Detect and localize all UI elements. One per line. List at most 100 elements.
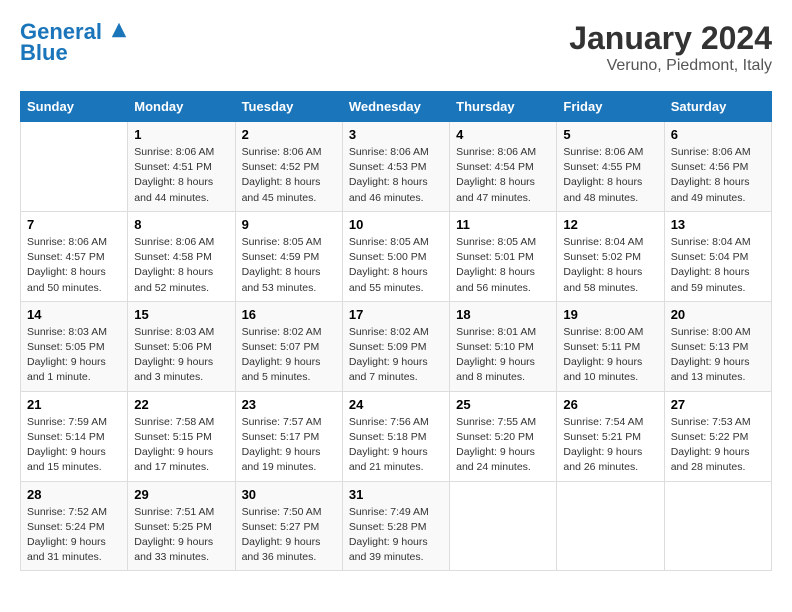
calendar-cell: 30Sunrise: 7:50 AMSunset: 5:27 PMDayligh… — [235, 481, 342, 571]
calendar-week-row: 14Sunrise: 8:03 AMSunset: 5:05 PMDayligh… — [21, 301, 772, 391]
day-number: 27 — [671, 397, 765, 412]
day-number: 3 — [349, 127, 443, 142]
day-number: 14 — [27, 307, 121, 322]
day-info: Sunrise: 8:01 AMSunset: 5:10 PMDaylight:… — [456, 326, 536, 384]
day-info: Sunrise: 8:02 AMSunset: 5:07 PMDaylight:… — [242, 326, 322, 384]
day-number: 9 — [242, 217, 336, 232]
calendar-week-row: 7Sunrise: 8:06 AMSunset: 4:57 PMDaylight… — [21, 211, 772, 301]
subtitle: Veruno, Piedmont, Italy — [569, 57, 772, 75]
logo: General Blue — [20, 20, 128, 66]
day-number: 11 — [456, 217, 550, 232]
calendar-cell: 2Sunrise: 8:06 AMSunset: 4:52 PMDaylight… — [235, 122, 342, 212]
day-info: Sunrise: 8:06 AMSunset: 4:51 PMDaylight:… — [134, 146, 214, 204]
calendar-cell: 12Sunrise: 8:04 AMSunset: 5:02 PMDayligh… — [557, 211, 664, 301]
calendar-cell: 4 Sunrise: 8:06 AMSunset: 4:54 PMDaylight… — [450, 122, 557, 212]
calendar-cell: 24 Sunrise: 7:56 AMSunset: 5:18 PMDayligh… — [342, 391, 449, 481]
day-number: 22 — [134, 397, 228, 412]
day-number: 19 — [563, 307, 657, 322]
calendar-cell: 11 Sunrise: 8:05 AMSunset: 5:01 PMDayligh… — [450, 211, 557, 301]
day-info: Sunrise: 8:05 AMSunset: 4:59 PMDaylight:… — [242, 236, 322, 294]
day-number: 31 — [349, 487, 443, 502]
day-info: Sunrise: 7:57 AMSunset: 5:17 PMDaylight:… — [242, 416, 322, 474]
calendar-cell: 20 Sunrise: 8:00 AMSunset: 5:13 PMDayligh… — [664, 301, 771, 391]
calendar-cell: 29Sunrise: 7:51 AMSunset: 5:25 PMDayligh… — [128, 481, 235, 571]
header-saturday: Saturday — [664, 92, 771, 122]
day-info: Sunrise: 7:53 AMSunset: 5:22 PMDaylight:… — [671, 416, 751, 474]
day-info: Sunrise: 7:54 AMSunset: 5:21 PMDaylight:… — [563, 416, 643, 474]
day-number: 5 — [563, 127, 657, 142]
day-number: 16 — [242, 307, 336, 322]
day-number: 20 — [671, 307, 765, 322]
calendar-cell: 16 Sunrise: 8:02 AMSunset: 5:07 PMDayligh… — [235, 301, 342, 391]
day-info: Sunrise: 8:00 AMSunset: 5:11 PMDaylight:… — [563, 326, 643, 384]
calendar-week-row: 28 Sunrise: 7:52 AMSunset: 5:24 PMDayligh… — [21, 481, 772, 571]
day-info: Sunrise: 7:59 AMSunset: 5:14 PMDaylight:… — [27, 416, 107, 474]
header-monday: Monday — [128, 92, 235, 122]
day-number: 17 — [349, 307, 443, 322]
header-tuesday: Tuesday — [235, 92, 342, 122]
calendar-cell: 13 Sunrise: 8:04 AMSunset: 5:04 PMDayligh… — [664, 211, 771, 301]
calendar-cell: 9 Sunrise: 8:05 AMSunset: 4:59 PMDaylight… — [235, 211, 342, 301]
day-info: Sunrise: 8:04 AMSunset: 5:04 PMDaylight:… — [671, 236, 751, 294]
day-number: 23 — [242, 397, 336, 412]
day-number: 28 — [27, 487, 121, 502]
day-info: Sunrise: 8:06 AMSunset: 4:54 PMDaylight:… — [456, 146, 536, 204]
calendar-cell: 1 Sunrise: 8:06 AMSunset: 4:51 PMDaylight… — [128, 122, 235, 212]
day-number: 8 — [134, 217, 228, 232]
day-info: Sunrise: 7:58 AMSunset: 5:15 PMDaylight:… — [134, 416, 214, 474]
calendar-cell — [664, 481, 771, 571]
calendar-cell — [557, 481, 664, 571]
calendar-cell: 27 Sunrise: 7:53 AMSunset: 5:22 PMDayligh… — [664, 391, 771, 481]
day-info: Sunrise: 7:55 AMSunset: 5:20 PMDaylight:… — [456, 416, 536, 474]
day-info: Sunrise: 8:06 AMSunset: 4:58 PMDaylight:… — [134, 236, 214, 294]
day-number: 10 — [349, 217, 443, 232]
header-sunday: Sunday — [21, 92, 128, 122]
day-info: Sunrise: 8:02 AMSunset: 5:09 PMDaylight:… — [349, 326, 429, 384]
day-number: 25 — [456, 397, 550, 412]
day-info: Sunrise: 8:05 AMSunset: 5:00 PMDaylight:… — [349, 236, 429, 294]
calendar-week-row: 21Sunrise: 7:59 AMSunset: 5:14 PMDayligh… — [21, 391, 772, 481]
calendar-header-row: SundayMondayTuesdayWednesdayThursdayFrid… — [21, 92, 772, 122]
calendar-cell: 19 Sunrise: 8:00 AMSunset: 5:11 PMDayligh… — [557, 301, 664, 391]
day-number: 24 — [349, 397, 443, 412]
calendar-cell: 10 Sunrise: 8:05 AMSunset: 5:00 PMDayligh… — [342, 211, 449, 301]
calendar-table: SundayMondayTuesdayWednesdayThursdayFrid… — [20, 91, 772, 571]
day-info: Sunrise: 8:06 AMSunset: 4:57 PMDaylight:… — [27, 236, 107, 294]
calendar-cell: 23 Sunrise: 7:57 AMSunset: 5:17 PMDayligh… — [235, 391, 342, 481]
main-title: January 2024 — [569, 20, 772, 57]
day-info: Sunrise: 8:06 AMSunset: 4:56 PMDaylight:… — [671, 146, 751, 204]
calendar-cell: 18Sunrise: 8:01 AMSunset: 5:10 PMDayligh… — [450, 301, 557, 391]
day-info: Sunrise: 7:52 AMSunset: 5:24 PMDaylight:… — [27, 506, 107, 564]
day-info: Sunrise: 8:05 AMSunset: 5:01 PMDaylight:… — [456, 236, 536, 294]
day-number: 13 — [671, 217, 765, 232]
title-section: January 2024 Veruno, Piedmont, Italy — [569, 20, 772, 75]
calendar-cell: 14Sunrise: 8:03 AMSunset: 5:05 PMDayligh… — [21, 301, 128, 391]
calendar-cell — [450, 481, 557, 571]
calendar-week-row: 1 Sunrise: 8:06 AMSunset: 4:51 PMDaylight… — [21, 122, 772, 212]
day-number: 29 — [134, 487, 228, 502]
day-number: 15 — [134, 307, 228, 322]
calendar-cell: 26 Sunrise: 7:54 AMSunset: 5:21 PMDayligh… — [557, 391, 664, 481]
day-number: 30 — [242, 487, 336, 502]
day-number: 12 — [563, 217, 657, 232]
page-header: General Blue January 2024 Veruno, Piedmo… — [20, 20, 772, 75]
calendar-cell: 6 Sunrise: 8:06 AMSunset: 4:56 PMDaylight… — [664, 122, 771, 212]
day-info: Sunrise: 8:03 AMSunset: 5:06 PMDaylight:… — [134, 326, 214, 384]
calendar-cell: 28 Sunrise: 7:52 AMSunset: 5:24 PMDayligh… — [21, 481, 128, 571]
day-number: 1 — [134, 127, 228, 142]
calendar-cell: 8 Sunrise: 8:06 AMSunset: 4:58 PMDaylight… — [128, 211, 235, 301]
day-number: 26 — [563, 397, 657, 412]
header-thursday: Thursday — [450, 92, 557, 122]
day-number: 6 — [671, 127, 765, 142]
calendar-cell: 31Sunrise: 7:49 AMSunset: 5:28 PMDayligh… — [342, 481, 449, 571]
day-number: 4 — [456, 127, 550, 142]
calendar-cell: 5Sunrise: 8:06 AMSunset: 4:55 PMDaylight… — [557, 122, 664, 212]
calendar-cell: 21Sunrise: 7:59 AMSunset: 5:14 PMDayligh… — [21, 391, 128, 481]
day-info: Sunrise: 8:00 AMSunset: 5:13 PMDaylight:… — [671, 326, 751, 384]
calendar-cell: 22 Sunrise: 7:58 AMSunset: 5:15 PMDayligh… — [128, 391, 235, 481]
day-info: Sunrise: 8:06 AMSunset: 4:53 PMDaylight:… — [349, 146, 429, 204]
day-info: Sunrise: 8:06 AMSunset: 4:52 PMDaylight:… — [242, 146, 322, 204]
day-info: Sunrise: 7:56 AMSunset: 5:18 PMDaylight:… — [349, 416, 429, 474]
calendar-cell: 25 Sunrise: 7:55 AMSunset: 5:20 PMDayligh… — [450, 391, 557, 481]
calendar-cell: 15 Sunrise: 8:03 AMSunset: 5:06 PMDayligh… — [128, 301, 235, 391]
